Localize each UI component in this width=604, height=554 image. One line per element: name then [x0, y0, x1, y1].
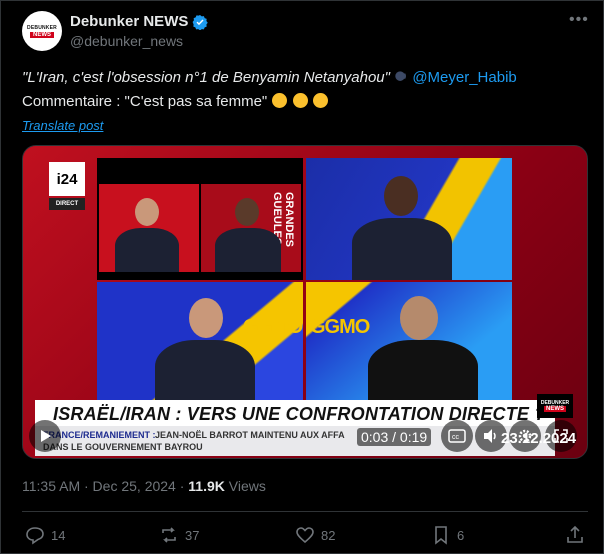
avatar-text-bottom: NEWS — [30, 31, 54, 38]
like-button[interactable]: 82 — [295, 525, 335, 545]
live-badge: DIRECT — [49, 198, 85, 210]
post-card: DEBUNKER NEWS Debunker NEWS @debunker_ne… — [0, 0, 604, 554]
post-comment: Commentaire : "C'est pas sa femme" — [22, 93, 268, 110]
post-timestamp[interactable]: 11:35 AM · Dec 25, 2024 · — [22, 478, 188, 494]
video-panel-bottom-left: GGMO — [97, 282, 303, 406]
bookmark-icon — [435, 526, 447, 545]
bookmark-count: 6 — [457, 527, 465, 543]
captions-icon: cc — [448, 429, 466, 443]
reply-button[interactable]: 14 — [25, 525, 65, 545]
set-label-right: GGMO — [310, 316, 370, 338]
play-button[interactable] — [29, 420, 61, 452]
video-subpanel-right: GRANDES GUEULES — [201, 184, 301, 272]
laughing-emoji-icon — [272, 93, 288, 108]
reply-count: 14 — [51, 527, 66, 543]
views-label: Views — [224, 478, 266, 494]
avatar-text-top: DEBUNKER — [27, 24, 57, 31]
volume-icon — [484, 429, 496, 443]
channel-logo: i24 — [49, 162, 85, 196]
rofl-emoji-icon — [292, 93, 308, 108]
video-panel-bottom-right: GGMO — [306, 282, 512, 406]
watermark-text-bottom: NEWS — [544, 406, 566, 412]
video-panel-top-left: GRANDES GUEULES — [97, 158, 303, 280]
divider — [22, 511, 588, 512]
ticker-text: JEAN-NOËL BARROT MAINTENU AUX AFFA — [155, 430, 345, 440]
views-count: 11.9K — [188, 478, 225, 494]
set-label-left: GGMO — [243, 316, 303, 338]
ticker-text-2: DANS LE GOUVERNEMENT BAYROU — [43, 442, 203, 452]
avatar[interactable]: DEBUNKER NEWS — [22, 11, 62, 51]
post-text-line-2: Commentaire : "C'est pas sa femme" — [22, 93, 328, 110]
translate-post-link[interactable]: Translate post — [22, 118, 103, 133]
watermark-logo: DEBUNKER NEWS — [537, 394, 573, 418]
heart-icon — [296, 527, 314, 544]
display-name[interactable]: Debunker NEWS — [70, 13, 188, 30]
speaking-head-icon — [395, 71, 407, 81]
rofl-emoji-icon — [312, 93, 328, 108]
post-meta: 11:35 AM · Dec 25, 2024 · 11.9K Views — [22, 478, 266, 494]
more-options-icon[interactable]: ••• — [569, 11, 589, 29]
verified-badge-icon — [192, 14, 209, 30]
bookmark-button[interactable]: 6 — [431, 525, 464, 545]
repost-count: 37 — [185, 527, 200, 543]
video-subpanel-left — [99, 184, 199, 272]
video-panel-top-right — [306, 158, 512, 280]
headline-banner: ISRAËL/IRAN : VERS UNE CONFRONTATION DIR… — [35, 400, 555, 426]
video-player[interactable]: i24 DIRECT GRANDES GUEULES GGMO GGMO ISR… — [22, 145, 588, 459]
share-button[interactable] — [565, 525, 585, 545]
captions-button[interactable]: cc — [441, 420, 473, 452]
repost-button[interactable]: 37 — [159, 525, 199, 545]
broadcast-date: 23.12.2024 — [501, 430, 577, 447]
headline-text: ISRAËL/IRAN : VERS UNE CONFRONTATION DIR… — [53, 404, 546, 424]
svg-text:cc: cc — [452, 434, 460, 441]
video-timecode: 0:03 / 0:19 — [357, 428, 432, 446]
post-quote: "L'Iran, c'est l'obsession n°1 de Benyam… — [22, 69, 390, 86]
like-count: 82 — [321, 527, 336, 543]
repost-icon — [162, 527, 176, 543]
share-icon — [567, 525, 583, 543]
mention-link[interactable]: @Meyer_Habib — [412, 69, 516, 86]
play-icon — [41, 430, 51, 442]
author-handle[interactable]: @debunker_news — [70, 33, 183, 49]
post-text-line-1: "L'Iran, c'est l'obsession n°1 de Benyam… — [22, 69, 517, 86]
reply-icon — [26, 527, 44, 545]
author-name-row[interactable]: Debunker NEWS — [70, 13, 209, 30]
